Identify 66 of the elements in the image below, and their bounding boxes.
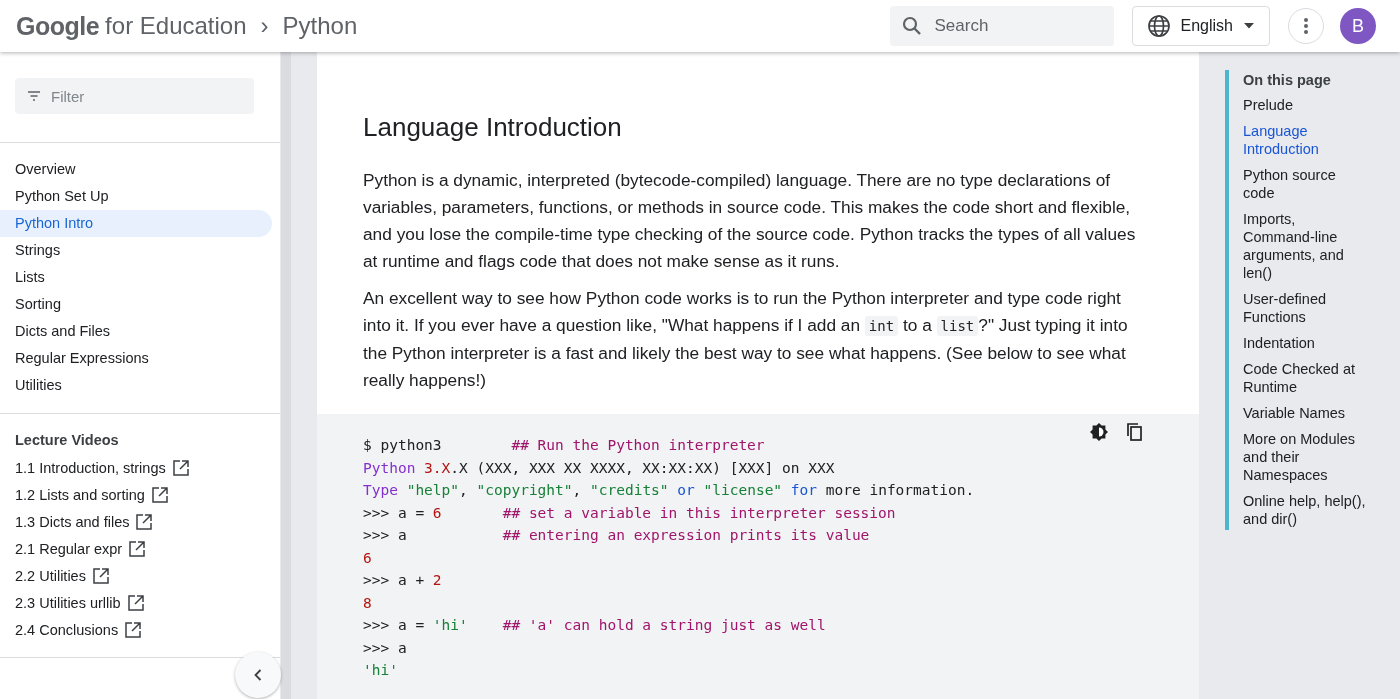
video-link[interactable]: 1.1 Introduction, strings xyxy=(15,459,166,476)
code-line: Python 3.X.X (XXX, XXX XX XXXX, XX:XX:XX) [XXX] on XXX xyxy=(363,458,836,478)
chevron-left-icon xyxy=(254,669,262,681)
caret-icon xyxy=(1243,22,1255,30)
copy-icon[interactable] xyxy=(1125,422,1145,442)
video-link[interactable]: 2.2 Utilities xyxy=(15,567,86,584)
external-link-icon xyxy=(135,512,154,531)
search-field[interactable]: Search xyxy=(889,6,1114,46)
video-link[interactable]: 1.3 Dicts and files xyxy=(15,513,130,530)
code-line: >>> a ## entering an expression prints its value xyxy=(363,526,871,545)
toc-link[interactable]: More on Modules and their Namespaces xyxy=(1243,430,1370,484)
code-line: >>> a = 6 ## set a variable in this interpreter session xyxy=(363,503,897,523)
external-link-icon xyxy=(150,485,169,504)
more-icon xyxy=(1304,18,1308,34)
sidebar-item[interactable]: Sorting xyxy=(0,291,272,318)
toc-link[interactable]: Indentation xyxy=(1243,334,1370,352)
external-link-icon xyxy=(126,593,145,612)
brand-logo[interactable]: Google xyxy=(16,11,100,41)
code-line: 'hi' xyxy=(363,661,399,680)
external-link-icon xyxy=(128,539,147,558)
sidebar-item[interactable]: Python Intro xyxy=(0,210,272,237)
video-link[interactable]: 2.4 Conclusions xyxy=(15,621,119,638)
filter-icon xyxy=(27,91,41,101)
sidebar-item[interactable]: Strings xyxy=(0,237,272,264)
external-link-icon xyxy=(171,458,190,477)
breadcrumb-link[interactable]: Python xyxy=(282,12,358,40)
video-link[interactable]: 2.3 Utilities urllib xyxy=(15,594,121,611)
sidebar-item[interactable]: Regular Expressions xyxy=(0,345,272,372)
account-avatar[interactable]: B xyxy=(1340,8,1376,44)
toc-link[interactable]: Online help, help(), and dir() xyxy=(1243,492,1370,528)
toc-link[interactable]: Language Introduction xyxy=(1243,122,1370,158)
code-line: >>> a = 'hi' ## 'a' can hold a string just as well xyxy=(363,616,827,635)
more-menu-button[interactable] xyxy=(1288,8,1324,44)
code-line: 8 xyxy=(363,593,373,613)
brand-suffix[interactable]: for Education xyxy=(105,12,247,40)
article-title: Language Introduction xyxy=(363,112,623,143)
code-line: 6 xyxy=(363,548,373,568)
toc-link[interactable]: Prelude xyxy=(1243,96,1370,114)
toc-link[interactable]: Imports, Command-line arguments, and len() xyxy=(1243,210,1370,282)
sidebar-item[interactable]: Overview xyxy=(0,156,272,183)
filter-field[interactable]: Filter xyxy=(15,78,254,114)
paragraph: An excellent way to see how Python code works is to run the Python interpreter and type code right into it. If you ever have a question like, "What happens if I add an int to a list ?" Just typing it into the Python interpreter is a fast and likely the best way to see what happens. (See below to see what really happens!) xyxy=(363,287,1129,392)
code-line: $ python3 ## Run the Python interpreter xyxy=(363,436,766,455)
video-link[interactable]: 2.1 Regular expr xyxy=(15,540,123,557)
toc-link[interactable]: Code Checked at Runtime xyxy=(1243,360,1370,396)
code-line: Type "help", "copyright", "credits" or "license" for more information. xyxy=(363,481,976,500)
sidebar-item[interactable]: Dicts and Files xyxy=(0,318,272,345)
toc-link[interactable]: Python source code xyxy=(1243,166,1370,202)
scrollbar[interactable] xyxy=(280,52,291,699)
video-link[interactable]: 1.2 Lists and sorting xyxy=(15,486,145,503)
external-link-icon xyxy=(124,620,143,639)
paragraph: Python is a dynamic, interpreted (bytecode-compiled) language. There are no type declarations of variables, parameters, functions, or methods in source code. This makes the code short and flexible, and you lose the compile-time type checking of the source code. Python tracks the types of all values at runtime and flags code that does not make sense as it runs. xyxy=(363,169,1137,273)
code-line: >>> a + 2 xyxy=(363,571,443,590)
toc-link[interactable]: User-defined Functions xyxy=(1243,290,1370,326)
external-link-icon xyxy=(91,566,110,585)
theme-toggle-icon[interactable] xyxy=(1089,422,1109,442)
sidebar-item[interactable]: Python Set Up xyxy=(0,183,272,210)
code-line: >>> a xyxy=(363,638,408,658)
language-select[interactable]: English xyxy=(1131,6,1270,46)
globe-icon xyxy=(1146,14,1171,38)
toc-heading: On this page xyxy=(1243,72,1332,88)
section-heading: Lecture Videos xyxy=(14,431,120,450)
toc-link[interactable]: Variable Names xyxy=(1243,404,1370,422)
sidebar-item[interactable]: Utilities xyxy=(0,372,272,399)
sidebar-item[interactable]: Lists xyxy=(0,264,272,291)
breadcrumb-separator: › xyxy=(260,12,269,40)
